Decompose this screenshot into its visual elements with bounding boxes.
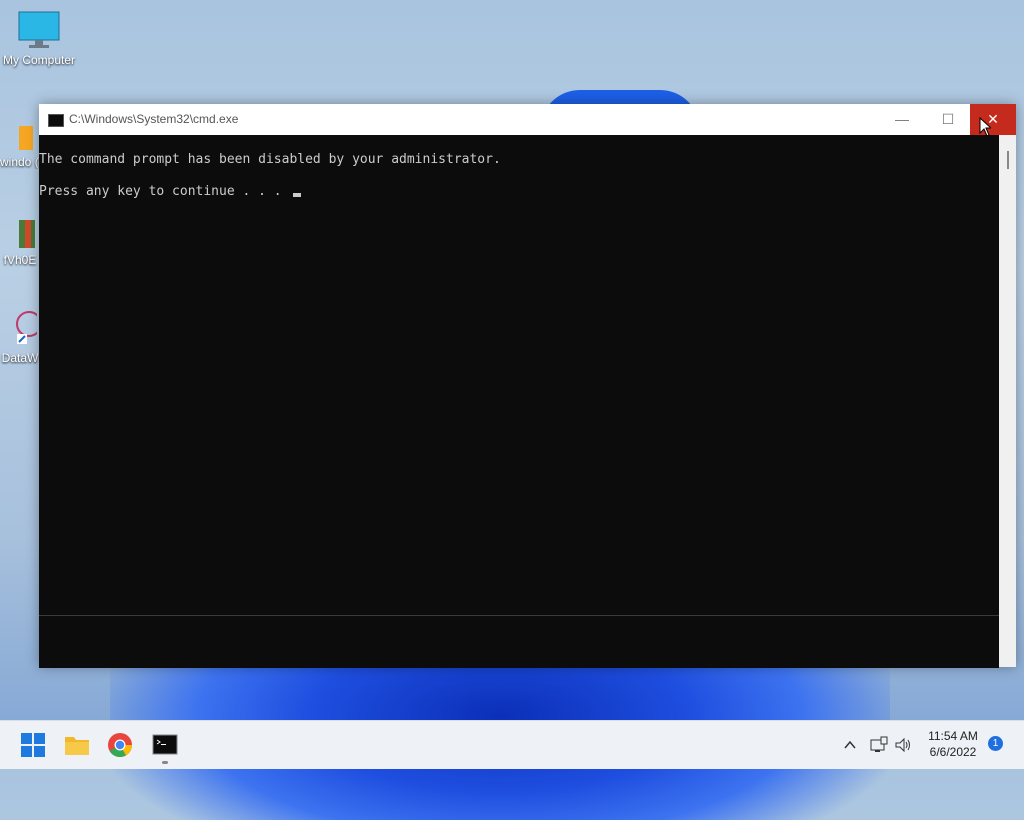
taskbar: 11:54 AM 6/6/2022 [0,720,1024,769]
title-bar[interactable]: C:\Windows\System32\cmd.exe — ☐ ✕ [39,104,1016,135]
active-app-indicator [162,761,168,764]
desktop-icon-my-computer[interactable]: My Computer [0,10,78,67]
scrollbar-corner [999,615,1016,667]
cmd-icon [48,114,64,127]
desktop-icon-label: fVh0E [3,253,37,267]
desktop-icon-dataw[interactable]: DataW [0,304,42,365]
cmd-window[interactable]: C:\Windows\System32\cmd.exe — ☐ ✕ The co… [39,104,1016,668]
file-icon [19,126,33,150]
chevron-up-icon[interactable] [843,738,857,752]
start-icon[interactable] [19,731,47,759]
vertical-scrollbar[interactable] [999,135,1016,615]
chrome-icon[interactable] [106,731,134,759]
mouse-pointer-icon [979,117,991,137]
volume-icon[interactable] [894,736,914,754]
clock-date: 6/6/2022 [929,745,977,759]
notification-badge[interactable]: 1 [988,736,1003,751]
image-file-icon [19,220,35,248]
close-button[interactable]: ✕ [970,104,1016,135]
clock-time: 11:54 AM [928,729,978,743]
minimize-button[interactable]: — [879,104,925,135]
monitor-icon [18,11,60,48]
desktop-icon-label: My Computer [2,53,76,67]
desktop-icon-windo[interactable]: windo (1). [0,124,40,169]
network-icon[interactable] [870,736,888,754]
console-bottom-area [39,615,999,668]
console-line: The command prompt has been disabled by … [39,152,501,167]
desktop-icon-fvh0e[interactable]: fVh0E [0,218,40,267]
text-cursor [293,193,302,197]
file-explorer-icon[interactable] [63,731,91,759]
system-clock[interactable]: 11:54 AM 6/6/2022 [918,728,988,760]
window-title: C:\Windows\System32\cmd.exe [69,112,239,126]
maximize-button[interactable]: ☐ [925,104,971,135]
desktop-icon-label: windo (1). [0,155,40,169]
console-line: Press any key to continue . . . [39,184,290,199]
app-shortcut-icon [16,311,42,344]
terminal-icon[interactable] [151,731,179,759]
console-line-prompt: Press any key to continue . . . [39,184,302,200]
desktop-icon-label: DataW [1,351,39,365]
console-output[interactable]: The command prompt has been disabled by … [39,135,999,615]
scrollbar-thumb[interactable] [1007,151,1009,169]
